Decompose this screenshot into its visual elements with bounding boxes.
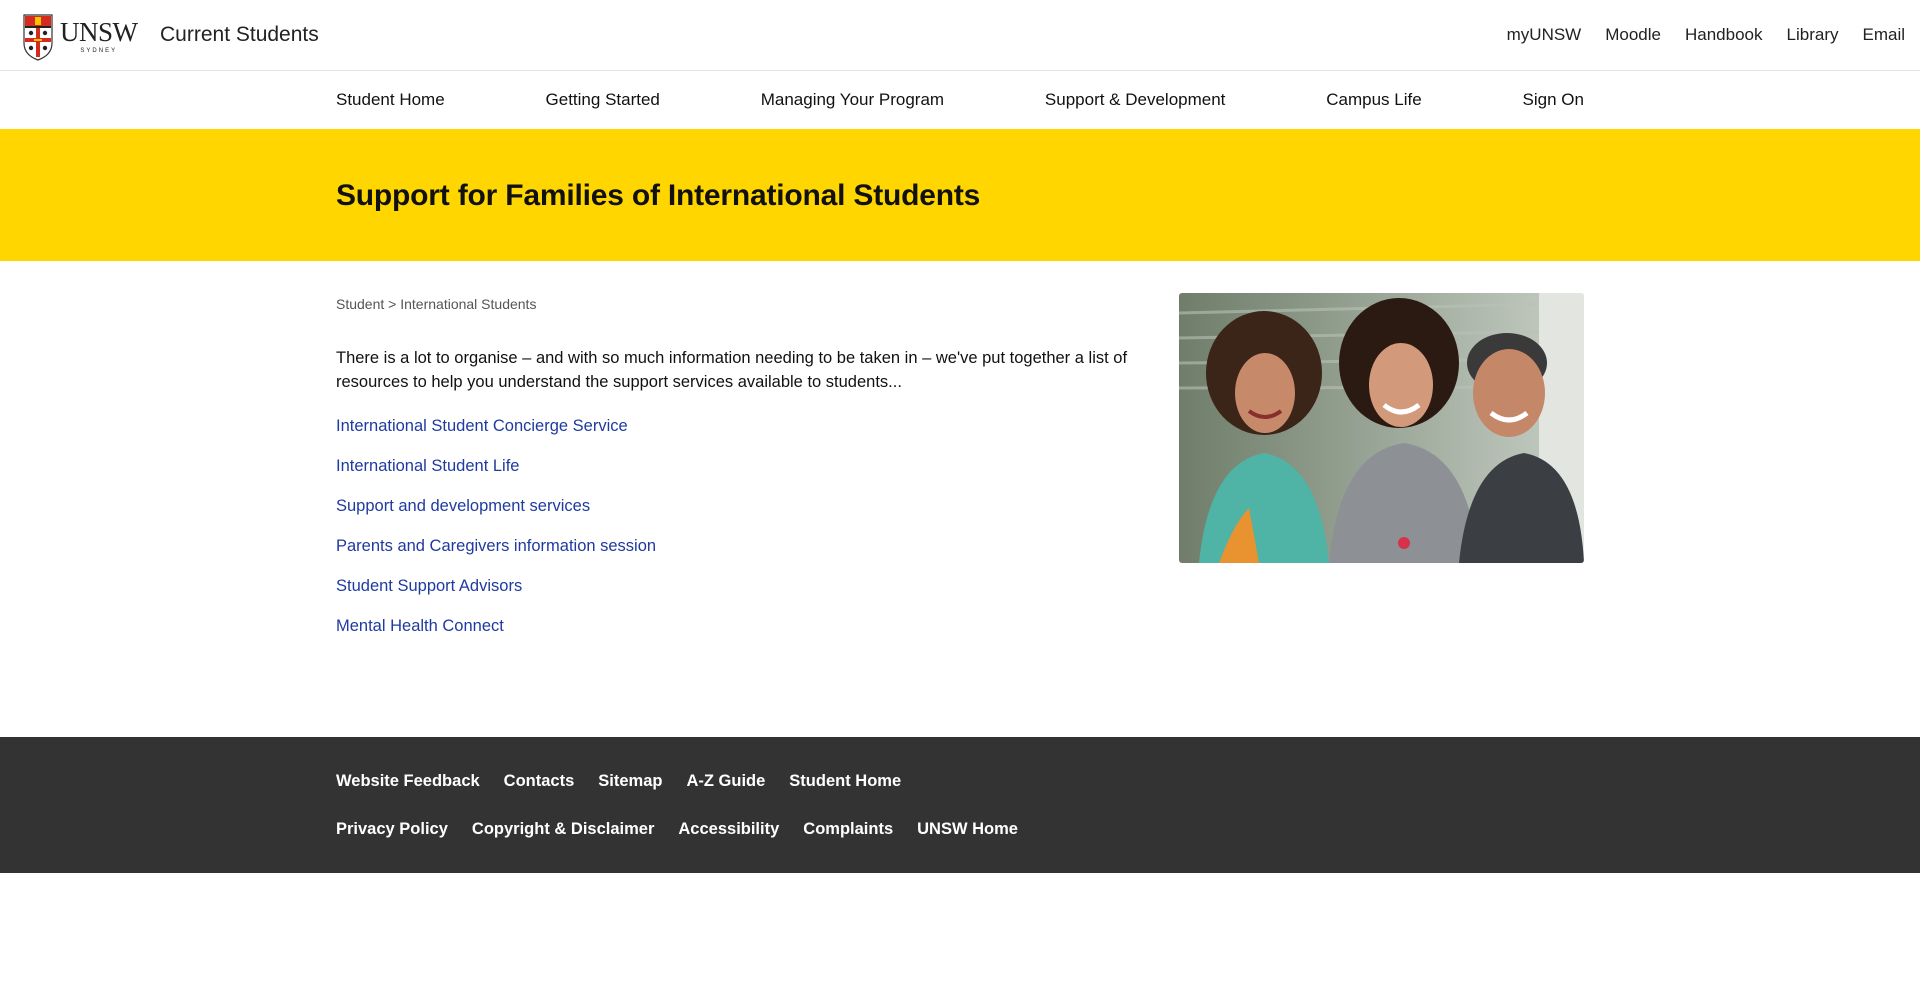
resource-links: International Student Concierge Service … xyxy=(336,417,656,657)
intro-paragraph: There is a lot to organise – and with so… xyxy=(336,349,1128,391)
footer-link-contacts[interactable]: Contacts xyxy=(504,772,575,791)
link-international-student-concierge[interactable]: International Student Concierge Service xyxy=(336,417,628,435)
nav-campus-life[interactable]: Campus Life xyxy=(1326,90,1421,109)
footer-link-accessibility[interactable]: Accessibility xyxy=(678,820,779,839)
breadcrumb-student[interactable]: Student xyxy=(336,296,384,312)
footer-link-complaints[interactable]: Complaints xyxy=(803,820,893,839)
site-title[interactable]: Current Students xyxy=(160,23,319,47)
logo-subtext: SYDNEY xyxy=(80,48,118,54)
nav-sign-on[interactable]: Sign On xyxy=(1523,90,1584,109)
footer-row-1: Website Feedback Contacts Sitemap A-Z Gu… xyxy=(336,772,901,791)
link-international-student-life[interactable]: International Student Life xyxy=(336,457,519,475)
utility-link-email[interactable]: Email xyxy=(1862,25,1905,45)
breadcrumb: Student > International Students xyxy=(336,296,536,312)
footer-link-student-home[interactable]: Student Home xyxy=(789,772,901,791)
unsw-crest-icon xyxy=(23,14,53,61)
utility-link-library[interactable]: Library xyxy=(1787,25,1839,45)
nav-student-home[interactable]: Student Home xyxy=(336,90,445,109)
footer-link-sitemap[interactable]: Sitemap xyxy=(598,772,662,791)
family-photo xyxy=(1179,293,1584,563)
nav-support-development[interactable]: Support & Development xyxy=(1045,90,1226,109)
footer-row-2: Privacy Policy Copyright & Disclaimer Ac… xyxy=(336,820,1018,839)
link-student-support-advisors[interactable]: Student Support Advisors xyxy=(336,577,522,595)
footer: Website Feedback Contacts Sitemap A-Z Gu… xyxy=(0,737,1920,873)
nav-managing-your-program[interactable]: Managing Your Program xyxy=(761,90,944,109)
breadcrumb-international-students[interactable]: International Students xyxy=(400,296,536,312)
logo-wordmark: UNSW xyxy=(60,17,138,47)
hero-banner: Support for Families of International St… xyxy=(0,129,1920,261)
top-header: UNSW SYDNEY Current Students myUNSW Mood… xyxy=(0,0,1920,71)
link-support-development-services[interactable]: Support and development services xyxy=(336,497,590,515)
nav-getting-started[interactable]: Getting Started xyxy=(546,90,660,109)
link-parents-caregivers-session[interactable]: Parents and Caregivers information sessi… xyxy=(336,537,656,555)
main-nav: Student Home Getting Started Managing Yo… xyxy=(0,72,1920,129)
footer-link-copyright-disclaimer[interactable]: Copyright & Disclaimer xyxy=(472,820,654,839)
footer-link-a-z-guide[interactable]: A-Z Guide xyxy=(686,772,765,791)
utility-link-moodle[interactable]: Moodle xyxy=(1605,25,1661,45)
utility-nav: myUNSW Moodle Handbook Library Email xyxy=(1507,25,1905,45)
link-mental-health-connect[interactable]: Mental Health Connect xyxy=(336,617,504,635)
page-title: Support for Families of International St… xyxy=(336,179,981,212)
unsw-logo[interactable]: UNSW SYDNEY xyxy=(22,12,138,62)
footer-link-privacy-policy[interactable]: Privacy Policy xyxy=(336,820,448,839)
footer-link-website-feedback[interactable]: Website Feedback xyxy=(336,772,480,791)
footer-link-unsw-home[interactable]: UNSW Home xyxy=(917,820,1018,839)
utility-link-myunsw[interactable]: myUNSW xyxy=(1507,25,1582,45)
family-photo-image xyxy=(1179,293,1584,563)
utility-link-handbook[interactable]: Handbook xyxy=(1685,25,1763,45)
breadcrumb-separator: > xyxy=(388,296,401,312)
